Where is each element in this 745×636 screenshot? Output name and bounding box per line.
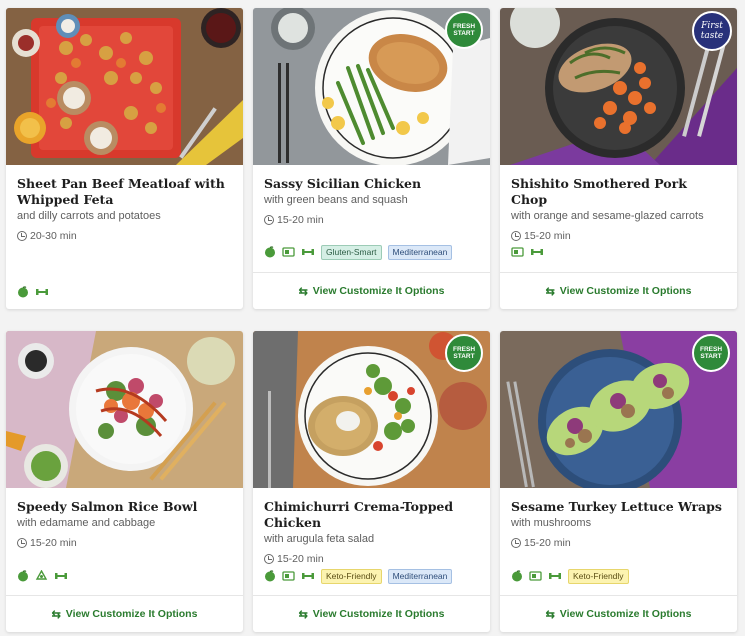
protein-icon [55, 573, 67, 579]
recipe-card[interactable]: Speedy Salmon Rice Bowl with edamame and… [6, 331, 243, 632]
cta-label: View Customize It Options [559, 608, 692, 620]
fresh-start-badge: FRESH START [445, 11, 483, 49]
cook-time: 15-20 min [264, 553, 480, 565]
swap-icon: ⇆ [51, 608, 61, 621]
cook-time-label: 15-20 min [30, 537, 77, 549]
cook-time-label: 15-20 min [524, 537, 571, 549]
leaf-icon [512, 570, 522, 582]
recipe-title[interactable]: Speedy Salmon Rice Bowl [17, 499, 233, 515]
diet-icons [17, 569, 68, 583]
diet-icons: Gluten-Smart Mediterranean [264, 244, 453, 260]
clock-icon [264, 554, 274, 564]
cook-time-label: 15-20 min [277, 214, 324, 226]
calorie-icon [529, 571, 542, 581]
swap-icon: ⇆ [545, 285, 555, 298]
recipe-title[interactable]: Chimichurri Crema-Topped Chicken [264, 499, 480, 531]
diet-icons: Keto-Friendly Mediterranean [264, 568, 453, 584]
cook-time: 15-20 min [511, 537, 727, 549]
first-taste-badge: First taste [692, 11, 732, 51]
protein-icon [531, 249, 543, 255]
leaf-icon [265, 570, 275, 582]
cta-label: View Customize It Options [65, 608, 198, 620]
recipe-subtitle: and dilly carrots and potatoes [17, 210, 161, 222]
swap-icon: ⇆ [545, 608, 555, 621]
swap-icon: ⇆ [298, 608, 308, 621]
cook-time: 20-30 min [17, 230, 233, 242]
cook-time: 15-20 min [17, 537, 233, 549]
cook-time: 15-20 min [264, 214, 480, 226]
recipe-subtitle: with arugula feta salad [264, 533, 375, 545]
recipe-photo[interactable]: First taste [500, 8, 737, 165]
cook-time-label: 15-20 min [277, 553, 324, 565]
protein-icon [36, 289, 48, 295]
recipe-card[interactable]: FRESH START Chimichurri Crema-Topped Chic… [253, 331, 490, 632]
cook-time: 15-20 min [511, 230, 727, 242]
diet-icons: Keto-Friendly [511, 568, 629, 584]
view-customize-options-link[interactable]: ⇆ View Customize It Options [500, 272, 737, 309]
cta-label: View Customize It Options [312, 608, 445, 620]
fresh-start-badge: FRESH START [445, 334, 483, 372]
badge-label: First taste [700, 21, 724, 41]
leaf-icon [18, 570, 28, 582]
recipe-photo[interactable] [6, 331, 243, 488]
recipe-subtitle: with mushrooms [511, 517, 592, 529]
calorie-icon [282, 247, 295, 257]
recipe-photo[interactable]: FRESH START [500, 331, 737, 488]
badge-label: FRESH START [699, 346, 723, 360]
recipe-title[interactable]: Sesame Turkey Lettuce Wraps [511, 499, 727, 515]
recipe-photo[interactable]: FRESH START [253, 331, 490, 488]
clock-icon [264, 215, 274, 225]
recipe-card[interactable]: FRESH START Sesame Turkey Lettuce Wraps w… [500, 331, 737, 632]
tag-mediterranean: Mediterranean [387, 568, 453, 584]
recipe-title[interactable]: Sheet Pan Beef Meatloaf with Whipped Fet… [17, 176, 233, 208]
recipe-card[interactable]: Sheet Pan Beef Meatloaf with Whipped Fet… [6, 8, 243, 309]
tag-keto-friendly: Keto-Friendly [321, 568, 382, 584]
badge-label: FRESH START [452, 346, 476, 360]
view-customize-options-link[interactable]: ⇆ View Customize It Options [6, 595, 243, 632]
recipe-title[interactable]: Sassy Sicilian Chicken [264, 176, 480, 192]
cook-time-label: 15-20 min [524, 230, 571, 242]
badge-label: FRESH START [452, 23, 476, 37]
view-customize-options-link[interactable]: ⇆ View Customize It Options [253, 595, 490, 632]
recipe-photo[interactable] [6, 8, 243, 165]
clock-icon [511, 231, 521, 241]
cta-label: View Customize It Options [312, 285, 445, 297]
calorie-icon [282, 571, 295, 581]
cook-time-label: 20-30 min [30, 230, 77, 242]
diet-icons [511, 245, 544, 259]
protein-icon [549, 573, 561, 579]
recipe-subtitle: with orange and sesame-glazed carrots [511, 210, 704, 222]
leaf-icon [265, 246, 275, 258]
recycle-icon [35, 570, 48, 580]
tag-keto-friendly: Keto-Friendly [568, 568, 629, 584]
recipe-photo[interactable]: FRESH START [253, 8, 490, 165]
protein-icon [302, 573, 314, 579]
view-customize-options-link[interactable]: ⇆ View Customize It Options [500, 595, 737, 632]
recipe-card[interactable]: First taste Shishito Smothered Pork Chop … [500, 8, 737, 309]
recipe-subtitle: with green beans and squash [264, 194, 408, 206]
diet-icons [17, 285, 49, 299]
recipe-subtitle: with edamame and cabbage [17, 517, 156, 529]
view-customize-options-link[interactable]: ⇆ View Customize It Options [253, 272, 490, 309]
clock-icon [17, 231, 27, 241]
leaf-icon [18, 286, 28, 298]
tag-gluten-smart: Gluten-Smart [321, 244, 382, 260]
protein-icon [302, 249, 314, 255]
fresh-start-badge: FRESH START [692, 334, 730, 372]
tag-mediterranean: Mediterranean [387, 244, 453, 260]
cta-label: View Customize It Options [559, 285, 692, 297]
clock-icon [511, 538, 521, 548]
recipe-card[interactable]: FRESH START Sassy Sicilian Chicken with g… [253, 8, 490, 309]
swap-icon: ⇆ [298, 285, 308, 298]
recipe-title[interactable]: Shishito Smothered Pork Chop [511, 176, 727, 208]
calorie-icon [511, 247, 524, 257]
clock-icon [17, 538, 27, 548]
